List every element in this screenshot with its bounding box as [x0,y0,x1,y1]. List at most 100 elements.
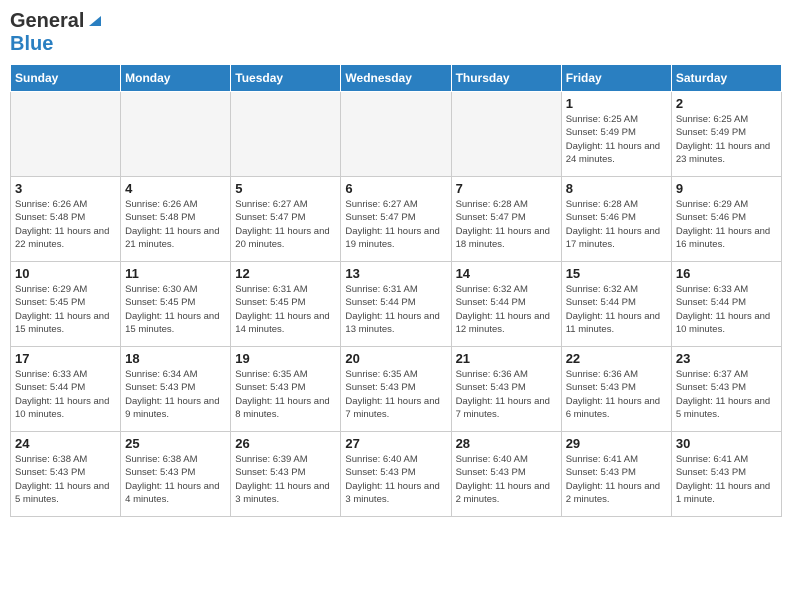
page-header: General Blue [10,10,782,56]
day-info: Sunrise: 6:30 AM Sunset: 5:45 PM Dayligh… [125,283,226,336]
day-info: Sunrise: 6:40 AM Sunset: 5:43 PM Dayligh… [345,453,446,506]
day-number: 8 [566,181,667,196]
day-number: 29 [566,436,667,451]
day-info: Sunrise: 6:25 AM Sunset: 5:49 PM Dayligh… [676,113,777,166]
day-info: Sunrise: 6:38 AM Sunset: 5:43 PM Dayligh… [125,453,226,506]
calendar-cell: 23 Sunrise: 6:37 AM Sunset: 5:43 PM Dayli… [671,347,781,432]
day-info: Sunrise: 6:31 AM Sunset: 5:44 PM Dayligh… [345,283,446,336]
logo-blue-text: Blue [10,33,53,55]
day-number: 27 [345,436,446,451]
day-number: 2 [676,96,777,111]
day-number: 9 [676,181,777,196]
day-info: Sunrise: 6:26 AM Sunset: 5:48 PM Dayligh… [125,198,226,251]
day-number: 5 [235,181,336,196]
logo: General Blue [10,10,103,56]
day-info: Sunrise: 6:35 AM Sunset: 5:43 PM Dayligh… [235,368,336,421]
calendar-cell: 25 Sunrise: 6:38 AM Sunset: 5:43 PM Dayli… [121,432,231,517]
calendar-cell: 13 Sunrise: 6:31 AM Sunset: 5:44 PM Dayli… [341,262,451,347]
day-info: Sunrise: 6:27 AM Sunset: 5:47 PM Dayligh… [235,198,336,251]
day-info: Sunrise: 6:41 AM Sunset: 5:43 PM Dayligh… [566,453,667,506]
calendar-cell [121,92,231,177]
calendar-cell: 8Sunrise: 6:28 AM Sunset: 5:46 PM Daylig… [561,177,671,262]
calendar-header-row: SundayMondayTuesdayWednesdayThursdayFrid… [11,65,782,92]
day-info: Sunrise: 6:35 AM Sunset: 5:43 PM Dayligh… [345,368,446,421]
header-sunday: Sunday [11,65,121,92]
calendar-week-row: 17 Sunrise: 6:33 AM Sunset: 5:44 PM Dayli… [11,347,782,432]
day-number: 25 [125,436,226,451]
calendar-cell: 24 Sunrise: 6:38 AM Sunset: 5:43 PM Dayli… [11,432,121,517]
calendar-cell: 15 Sunrise: 6:32 AM Sunset: 5:44 PM Dayli… [561,262,671,347]
day-info: Sunrise: 6:27 AM Sunset: 5:47 PM Dayligh… [345,198,446,251]
day-info: Sunrise: 6:40 AM Sunset: 5:43 PM Dayligh… [456,453,557,506]
day-number: 14 [456,266,557,281]
day-number: 1 [566,96,667,111]
day-info: Sunrise: 6:29 AM Sunset: 5:46 PM Dayligh… [676,198,777,251]
calendar-cell: 20 Sunrise: 6:35 AM Sunset: 5:43 PM Dayli… [341,347,451,432]
calendar-cell: 11 Sunrise: 6:30 AM Sunset: 5:45 PM Dayli… [121,262,231,347]
day-number: 6 [345,181,446,196]
day-info: Sunrise: 6:41 AM Sunset: 5:43 PM Dayligh… [676,453,777,506]
day-info: Sunrise: 6:32 AM Sunset: 5:44 PM Dayligh… [456,283,557,336]
day-number: 17 [15,351,116,366]
day-number: 7 [456,181,557,196]
header-thursday: Thursday [451,65,561,92]
day-info: Sunrise: 6:33 AM Sunset: 5:44 PM Dayligh… [676,283,777,336]
day-number: 18 [125,351,226,366]
calendar-cell: 1 Sunrise: 6:25 AM Sunset: 5:49 PM Daylig… [561,92,671,177]
day-info: Sunrise: 6:26 AM Sunset: 5:48 PM Dayligh… [15,198,116,251]
day-info: Sunrise: 6:34 AM Sunset: 5:43 PM Dayligh… [125,368,226,421]
calendar-cell: 17 Sunrise: 6:33 AM Sunset: 5:44 PM Dayli… [11,347,121,432]
calendar-cell [451,92,561,177]
day-info: Sunrise: 6:36 AM Sunset: 5:43 PM Dayligh… [456,368,557,421]
calendar-cell: 22Sunrise: 6:36 AM Sunset: 5:43 PM Dayli… [561,347,671,432]
day-info: Sunrise: 6:25 AM Sunset: 5:49 PM Dayligh… [566,113,667,166]
calendar-cell: 18 Sunrise: 6:34 AM Sunset: 5:43 PM Dayli… [121,347,231,432]
day-number: 21 [456,351,557,366]
day-info: Sunrise: 6:38 AM Sunset: 5:43 PM Dayligh… [15,453,116,506]
calendar-cell: 3 Sunrise: 6:26 AM Sunset: 5:48 PM Daylig… [11,177,121,262]
calendar-week-row: 1 Sunrise: 6:25 AM Sunset: 5:49 PM Daylig… [11,92,782,177]
day-number: 11 [125,266,226,281]
day-info: Sunrise: 6:32 AM Sunset: 5:44 PM Dayligh… [566,283,667,336]
calendar-cell: 21 Sunrise: 6:36 AM Sunset: 5:43 PM Dayli… [451,347,561,432]
day-number: 24 [15,436,116,451]
calendar-cell: 14 Sunrise: 6:32 AM Sunset: 5:44 PM Dayli… [451,262,561,347]
calendar-cell: 2 Sunrise: 6:25 AM Sunset: 5:49 PM Daylig… [671,92,781,177]
day-number: 28 [456,436,557,451]
day-info: Sunrise: 6:29 AM Sunset: 5:45 PM Dayligh… [15,283,116,336]
calendar-cell: 10 Sunrise: 6:29 AM Sunset: 5:45 PM Dayli… [11,262,121,347]
day-number: 30 [676,436,777,451]
calendar-cell [341,92,451,177]
header-saturday: Saturday [671,65,781,92]
day-number: 10 [15,266,116,281]
day-number: 4 [125,181,226,196]
day-info: Sunrise: 6:39 AM Sunset: 5:43 PM Dayligh… [235,453,336,506]
day-number: 16 [676,266,777,281]
calendar-cell: 30 Sunrise: 6:41 AM Sunset: 5:43 PM Dayli… [671,432,781,517]
day-info: Sunrise: 6:33 AM Sunset: 5:44 PM Dayligh… [15,368,116,421]
calendar-cell: 29 Sunrise: 6:41 AM Sunset: 5:43 PM Dayli… [561,432,671,517]
header-monday: Monday [121,65,231,92]
calendar-cell: 27 Sunrise: 6:40 AM Sunset: 5:43 PM Dayli… [341,432,451,517]
calendar-table: SundayMondayTuesdayWednesdayThursdayFrid… [10,64,782,517]
day-number: 23 [676,351,777,366]
day-info: Sunrise: 6:37 AM Sunset: 5:43 PM Dayligh… [676,368,777,421]
calendar-cell [231,92,341,177]
calendar-cell: 5 Sunrise: 6:27 AM Sunset: 5:47 PM Daylig… [231,177,341,262]
day-number: 13 [345,266,446,281]
calendar-cell: 28 Sunrise: 6:40 AM Sunset: 5:43 PM Dayli… [451,432,561,517]
day-number: 15 [566,266,667,281]
calendar-cell: 9 Sunrise: 6:29 AM Sunset: 5:46 PM Daylig… [671,177,781,262]
header-tuesday: Tuesday [231,65,341,92]
day-number: 26 [235,436,336,451]
header-friday: Friday [561,65,671,92]
day-info: Sunrise: 6:36 AM Sunset: 5:43 PM Dayligh… [566,368,667,421]
calendar-cell [11,92,121,177]
day-number: 20 [345,351,446,366]
calendar-cell: 26 Sunrise: 6:39 AM Sunset: 5:43 PM Dayli… [231,432,341,517]
calendar-week-row: 3 Sunrise: 6:26 AM Sunset: 5:48 PM Daylig… [11,177,782,262]
logo-general-text: General [10,10,84,33]
day-number: 3 [15,181,116,196]
calendar-cell: 6 Sunrise: 6:27 AM Sunset: 5:47 PM Daylig… [341,177,451,262]
calendar-body: 1 Sunrise: 6:25 AM Sunset: 5:49 PM Daylig… [11,92,782,517]
